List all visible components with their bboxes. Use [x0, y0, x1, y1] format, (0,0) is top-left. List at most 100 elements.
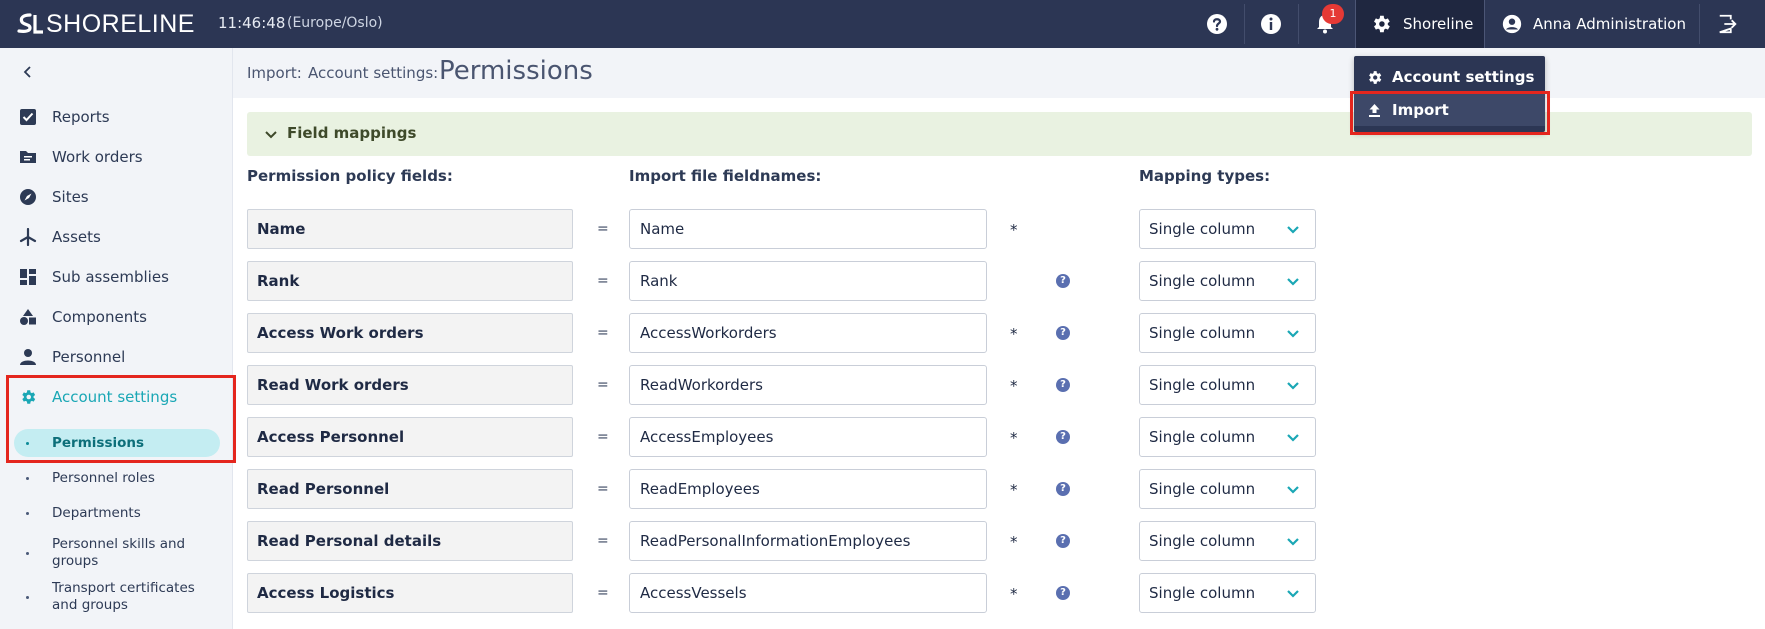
import-fieldname-input[interactable] — [629, 313, 987, 353]
user-menu-button[interactable]: Anna Administration — [1489, 0, 1699, 48]
policy-field-label: Access Logistics — [257, 584, 395, 602]
sidebar-item-sub-assemblies[interactable]: Sub assemblies — [0, 259, 233, 295]
mapping-type-value: Single column — [1149, 272, 1256, 290]
shapes-icon — [20, 309, 36, 325]
sidebar-subitem-personnel-roles[interactable]: Personnel roles — [0, 468, 233, 488]
policy-field-label: Read Personnel — [257, 480, 390, 498]
policy-field: Access Work orders — [247, 313, 573, 353]
sidebar-subitem-label: Personnel roles — [52, 469, 155, 486]
divider — [1298, 4, 1299, 44]
mapping-type-select[interactable]: Single column — [1139, 469, 1316, 509]
sidebar-item-components[interactable]: Components — [0, 299, 233, 335]
policy-field-label: Access Personnel — [257, 428, 405, 446]
field-mappings-label: Field mappings — [287, 124, 417, 142]
help-icon[interactable] — [1205, 12, 1229, 36]
account-menu-button[interactable]: Shoreline — [1355, 0, 1485, 48]
bullet — [26, 476, 29, 480]
help-icon[interactable]: ? — [1056, 586, 1070, 600]
column-header-import: Import file fieldnames: — [629, 167, 822, 185]
mapping-type-select[interactable]: Single column — [1139, 261, 1316, 301]
clock: 11:46:48 — [218, 14, 286, 32]
mapping-type-select[interactable]: Single column — [1139, 521, 1316, 561]
mapping-type-select[interactable]: Single column — [1139, 209, 1316, 249]
import-fieldname-input[interactable] — [629, 261, 987, 301]
shoreline-logo[interactable]: SHORELINE — [16, 10, 195, 38]
mapping-type-select[interactable]: Single column — [1139, 417, 1316, 457]
sidebar-subitem-label: Permissions — [52, 434, 145, 451]
help-icon[interactable]: ? — [1056, 378, 1070, 392]
help-icon[interactable]: ? — [1056, 274, 1070, 288]
bullet — [26, 551, 29, 555]
column-header-policy: Permission policy fields: — [247, 167, 453, 185]
sidebar-item-assets[interactable]: Assets — [0, 219, 233, 255]
equals-sign: = — [597, 325, 609, 341]
required-mark: * — [1010, 585, 1018, 603]
equals-sign: = — [597, 533, 609, 549]
logout-button[interactable] — [1703, 0, 1753, 48]
sidebar-item-account-settings[interactable]: Account settings — [0, 379, 233, 415]
sidebar-subitem-personnel-skills[interactable]: Personnel skills and groups — [0, 535, 233, 571]
sidebar-item-work-orders[interactable]: Work orders — [0, 139, 233, 175]
dashboard-icon — [20, 269, 36, 285]
sidebar-subitem-departments[interactable]: Departments — [0, 503, 233, 523]
help-icon[interactable]: ? — [1056, 534, 1070, 548]
required-mark: * — [1010, 481, 1018, 499]
sidebar-item-label: Work orders — [52, 148, 143, 166]
required-mark: * — [1010, 429, 1018, 447]
sidebar-subitem-permissions[interactable]: Permissions — [14, 429, 220, 457]
menu-item-label: Account settings — [1392, 68, 1535, 86]
mapping-type-select[interactable]: Single column — [1139, 365, 1316, 405]
checkbox-icon — [20, 109, 36, 125]
user-icon — [1502, 14, 1522, 34]
mapping-type-select[interactable]: Single column — [1139, 573, 1316, 613]
sidebar-item-sites[interactable]: Sites — [0, 179, 233, 215]
chevron-down-icon — [265, 131, 277, 139]
sidebar-item-reports[interactable]: Reports — [0, 99, 233, 135]
logo-mark-icon — [17, 13, 43, 34]
sidebar-item-label: Components — [52, 308, 147, 326]
required-mark: * — [1010, 325, 1018, 343]
equals-sign: = — [597, 221, 609, 237]
notification-badge: 1 — [1322, 4, 1344, 24]
help-icon[interactable]: ? — [1056, 430, 1070, 444]
import-fieldname-input[interactable] — [629, 573, 987, 613]
mapping-type-value: Single column — [1149, 220, 1256, 238]
import-fieldname-input[interactable] — [629, 365, 987, 405]
sidebar-subitem-label: Personnel skills and groups — [52, 536, 186, 569]
person-icon — [20, 349, 36, 365]
mapping-type-value: Single column — [1149, 584, 1256, 602]
chevron-down-icon — [1287, 278, 1299, 286]
info-icon[interactable] — [1259, 12, 1283, 36]
compass-icon — [20, 189, 36, 205]
mapping-type-select[interactable]: Single column — [1139, 313, 1316, 353]
collapse-sidebar-icon[interactable] — [18, 62, 38, 82]
column-header-mapping: Mapping types: — [1139, 167, 1271, 185]
help-icon[interactable]: ? — [1056, 482, 1070, 496]
chevron-down-icon — [1287, 382, 1299, 390]
sidebar-item-label: Account settings — [52, 388, 178, 406]
policy-field: Access Personnel — [247, 417, 573, 457]
folder-icon — [20, 151, 36, 163]
breadcrumb-import[interactable]: Import: — [247, 64, 302, 82]
policy-field-label: Read Work orders — [257, 376, 409, 394]
help-icon[interactable]: ? — [1056, 326, 1070, 340]
policy-field-label: Read Personal details — [257, 532, 442, 550]
menu-item-account-settings[interactable]: Account settings — [1354, 61, 1545, 93]
policy-field-label: Name — [257, 220, 306, 238]
required-mark: * — [1010, 221, 1018, 239]
logout-icon — [1719, 14, 1737, 34]
bullet — [26, 595, 29, 599]
breadcrumb-account-settings[interactable]: Account settings: — [308, 64, 438, 82]
policy-field-label: Access Work orders — [257, 324, 424, 342]
mapping-type-value: Single column — [1149, 480, 1256, 498]
policy-field: Access Logistics — [247, 573, 573, 613]
mapping-type-value: Single column — [1149, 324, 1256, 342]
import-fieldname-input[interactable] — [629, 417, 987, 457]
import-fieldname-input[interactable] — [629, 521, 987, 561]
import-fieldname-input[interactable] — [629, 209, 987, 249]
equals-sign: = — [597, 481, 609, 497]
sidebar-item-personnel[interactable]: Personnel — [0, 339, 233, 375]
import-fieldname-input[interactable] — [629, 469, 987, 509]
menu-item-import[interactable]: Import — [1354, 94, 1545, 126]
sidebar-subitem-transport-certificates[interactable]: Transport certificates and groups — [0, 579, 233, 615]
